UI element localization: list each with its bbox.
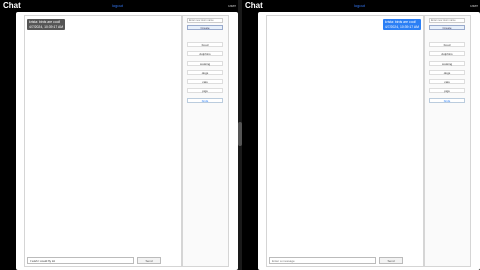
- room-item-pigs[interactable]: pigs: [187, 88, 223, 94]
- create-room-button[interactable]: Create: [429, 25, 465, 30]
- logout-link[interactable]: logout: [354, 1, 365, 10]
- room-item-cats[interactable]: cats: [187, 79, 223, 84]
- room-item-birds[interactable]: birds: [429, 97, 465, 103]
- room-item-cats[interactable]: cats: [429, 79, 465, 84]
- split-screen: Chat logout user krista: birds are cool!…: [0, 0, 480, 270]
- top-bar: Chat logout user: [242, 0, 480, 11]
- app-title: Chat: [3, 1, 21, 10]
- room-item-food[interactable]: Food: [429, 42, 465, 47]
- message-input[interactable]: [27, 257, 134, 264]
- room-name-input[interactable]: [187, 18, 223, 23]
- message-list: krista: birds are cool! 4/7/2024, 10:39:…: [266, 15, 424, 267]
- send-button[interactable]: Send: [137, 257, 161, 264]
- room-list: Food dolphins cooking dogs cats pigs bir…: [429, 42, 465, 107]
- compose-bar: Send: [269, 257, 421, 264]
- top-bar: Chat logout user: [0, 0, 238, 11]
- room-sidebar: Create Food dolphins cooking dogs cats p…: [182, 15, 229, 267]
- room-item-dogs[interactable]: dogs: [429, 69, 465, 75]
- username-label: user: [470, 3, 478, 8]
- chat-message-self: krista: birds are cool! 4/7/2024, 10:39:…: [382, 19, 421, 30]
- room-item-food[interactable]: Food: [187, 42, 223, 47]
- message-text: krista: birds are cool!: [384, 20, 417, 24]
- send-button[interactable]: Send: [379, 257, 403, 264]
- room-list: Food dolphins cooking dogs cats pigs bir…: [187, 42, 223, 107]
- chat-window: krista: birds are cool! 4/7/2024, 10:39:…: [16, 12, 238, 270]
- room-item-birds[interactable]: birds: [187, 97, 223, 103]
- app-title: Chat: [245, 1, 263, 10]
- chat-window: krista: birds are cool! 4/7/2024, 10:39:…: [258, 12, 480, 270]
- logout-link[interactable]: logout: [112, 1, 123, 10]
- left-pane: Chat logout user krista: birds are cool!…: [0, 0, 238, 270]
- message-timestamp: 4/7/2024, 10:39:17 AM: [384, 24, 419, 29]
- room-sidebar: Create Food dolphins cooking dogs cats p…: [424, 15, 471, 267]
- message-list: krista: birds are cool! 4/7/2024, 10:39:…: [24, 15, 182, 267]
- room-name-input[interactable]: [429, 18, 465, 23]
- room-item-dolphins[interactable]: dolphins: [187, 51, 223, 57]
- message-text: krista: birds are cool!: [29, 20, 61, 24]
- room-item-dogs[interactable]: dogs: [187, 69, 223, 75]
- compose-bar: Send: [27, 257, 179, 264]
- message-input[interactable]: [269, 257, 376, 264]
- room-item-cooking[interactable]: cooking: [187, 60, 223, 66]
- create-room-button[interactable]: Create: [187, 25, 223, 30]
- room-item-pigs[interactable]: pigs: [429, 88, 465, 94]
- username-label: user: [228, 3, 236, 8]
- right-pane: Chat logout user krista: birds are cool!…: [242, 0, 480, 270]
- chat-message: krista: birds are cool! 4/7/2024, 10:39:…: [27, 19, 66, 30]
- message-timestamp: 4/7/2024, 10:39:17 AM: [29, 24, 64, 29]
- room-item-dolphins[interactable]: dolphins: [429, 51, 465, 57]
- room-item-cooking[interactable]: cooking: [429, 60, 465, 66]
